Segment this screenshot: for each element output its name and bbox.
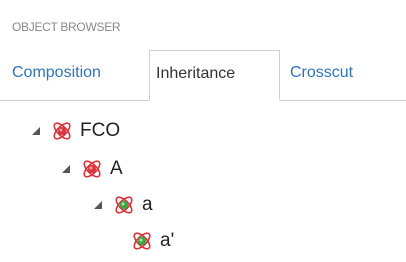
tree-node-label: a bbox=[142, 194, 153, 215]
tree-node-a-prime[interactable]: a' bbox=[130, 224, 174, 258]
tree-node-A[interactable]: A bbox=[60, 152, 123, 186]
inheritance-tree: FCO A a a' bbox=[0, 100, 406, 262]
tree-node-a[interactable]: a bbox=[92, 188, 153, 222]
tab-bar: Composition Inheritance Crosscut bbox=[0, 50, 406, 101]
tree-node-fco[interactable]: FCO bbox=[30, 114, 120, 148]
tree-node-label: FCO bbox=[80, 120, 121, 141]
fco-atom-icon bbox=[80, 157, 104, 181]
collapse-triangle-icon[interactable] bbox=[92, 199, 104, 211]
collapse-triangle-icon[interactable] bbox=[60, 163, 72, 175]
fco-atom-icon bbox=[50, 119, 74, 143]
instance-atom-icon bbox=[130, 229, 154, 253]
tree-node-label: A bbox=[110, 158, 123, 179]
panel-title: OBJECT BROWSER bbox=[12, 20, 121, 34]
tab-inheritance[interactable]: Inheritance bbox=[149, 50, 280, 101]
tab-composition[interactable]: Composition bbox=[12, 50, 101, 100]
collapse-triangle-icon[interactable] bbox=[30, 125, 42, 137]
tree-node-label: a' bbox=[160, 230, 175, 251]
tab-crosscut[interactable]: Crosscut bbox=[290, 50, 353, 100]
object-browser-panel: OBJECT BROWSER Composition Inheritance C… bbox=[0, 0, 406, 262]
instance-atom-icon bbox=[112, 193, 136, 217]
